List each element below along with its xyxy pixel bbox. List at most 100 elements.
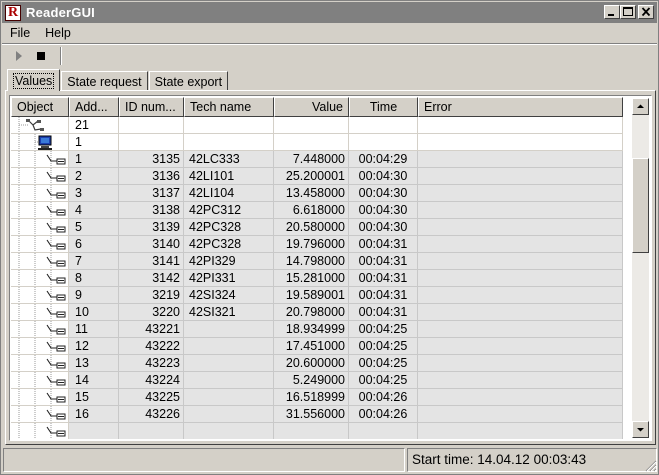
table-row[interactable]: 3 3137 42LI104 13.458000 00:04:30 (11, 185, 623, 202)
scroll-thumb[interactable] (632, 158, 649, 253)
table-row[interactable]: 11 43221 18.934999 00:04:25 (11, 321, 623, 338)
cell-error (418, 389, 623, 406)
tree-node[interactable] (11, 338, 69, 355)
tab-values[interactable]: Values (7, 69, 61, 91)
table-row[interactable]: 1 3135 42LC333 7.448000 00:04:29 (11, 151, 623, 168)
column-header-error[interactable]: Error (418, 97, 623, 117)
cell-id-number: 43221 (119, 321, 184, 338)
menu-help[interactable]: Help (37, 26, 78, 40)
sensor-icon (18, 202, 66, 218)
tab-state-request[interactable]: State request (61, 71, 148, 91)
tree-node[interactable] (11, 151, 69, 168)
resize-grip-icon[interactable] (643, 458, 657, 472)
column-header-value[interactable]: Value (274, 97, 349, 117)
cell-address: 6 (69, 236, 119, 253)
tree-node[interactable] (11, 355, 69, 372)
status-bar: Start time: 14.04.12 00:03:43 (3, 448, 657, 472)
cell-id-number: 43223 (119, 355, 184, 372)
table-row[interactable]: 12 43222 17.451000 00:04:25 (11, 338, 623, 355)
cell-error (418, 151, 623, 168)
tree-node[interactable] (11, 304, 69, 321)
cell-address: 2 (69, 168, 119, 185)
tree-node[interactable] (11, 287, 69, 304)
tree-node[interactable] (11, 202, 69, 219)
table-row[interactable]: 16 43226 31.556000 00:04:26 (11, 406, 623, 423)
cell-tech-name (184, 134, 274, 151)
cell-tech-name: 42LI104 (184, 185, 274, 202)
table-row[interactable]: 9 3219 42SI324 19.589001 00:04:31 (11, 287, 623, 304)
stop-button[interactable] (32, 47, 50, 65)
status-start-time: Start time: 14.04.12 00:03:43 (407, 448, 657, 472)
tree-node[interactable] (11, 253, 69, 270)
values-grid[interactable]: Object Add... ID num... Tech name Value … (9, 95, 652, 441)
menu-file[interactable]: File (2, 26, 37, 40)
cell-value: 17.451000 (274, 338, 349, 355)
play-button[interactable] (10, 47, 28, 65)
tree-node[interactable] (11, 168, 69, 185)
table-row[interactable]: 13 43223 20.600000 00:04:25 (11, 355, 623, 372)
scroll-down-button[interactable] (632, 421, 649, 438)
sensor-icon (18, 270, 66, 286)
cell-value: 19.589001 (274, 287, 349, 304)
close-button[interactable] (638, 5, 654, 19)
cell-id-number: 43225 (119, 389, 184, 406)
cell-time: 00:04:31 (349, 304, 418, 321)
cell-tech-name (184, 338, 274, 355)
cell-value: 25.200001 (274, 168, 349, 185)
cell-id-number (119, 134, 184, 151)
title-bar[interactable]: R ReaderGUI (2, 2, 657, 23)
cell-address: 15 (69, 389, 119, 406)
column-header-id-number[interactable]: ID num... (119, 97, 184, 117)
table-row[interactable]: 1 (11, 134, 623, 151)
app-icon[interactable]: R (5, 4, 21, 21)
tree-node[interactable] (11, 134, 69, 151)
cell-id-number: 3220 (119, 304, 184, 321)
table-row[interactable]: 5 3139 42PC328 20.580000 00:04:30 (11, 219, 623, 236)
tab-state-export[interactable]: State export (148, 71, 229, 91)
cell-tech-name (184, 372, 274, 389)
cell-address: 12 (69, 338, 119, 355)
column-header-object[interactable]: Object (11, 97, 69, 117)
table-row[interactable]: 14 43224 5.249000 00:04:25 (11, 372, 623, 389)
tree-node[interactable] (11, 219, 69, 236)
table-row[interactable]: 8 3142 42PI331 15.281000 00:04:31 (11, 270, 623, 287)
tree-node[interactable] (11, 236, 69, 253)
column-header-tech-name[interactable]: Tech name (184, 97, 274, 117)
tree-node[interactable] (11, 321, 69, 338)
table-row[interactable]: 15 43225 16.518999 00:04:26 (11, 389, 623, 406)
tree-node[interactable] (11, 406, 69, 423)
tree-node[interactable] (11, 389, 69, 406)
table-row[interactable]: 7 3141 42PI329 14.798000 00:04:31 (11, 253, 623, 270)
cell-address: 4 (69, 202, 119, 219)
cell-value: 7.448000 (274, 151, 349, 168)
column-header-time[interactable]: Time (349, 97, 418, 117)
table-row[interactable]: 10 3220 42SI321 20.798000 00:04:31 (11, 304, 623, 321)
column-header-address[interactable]: Add... (69, 97, 119, 117)
tree-node[interactable] (11, 423, 69, 439)
cell-time: 00:04:29 (349, 151, 418, 168)
maximize-icon (623, 7, 633, 16)
tree-node[interactable] (11, 270, 69, 287)
cell-error (418, 168, 623, 185)
tree-node[interactable] (11, 117, 69, 134)
minimize-button[interactable] (604, 5, 620, 19)
vertical-scrollbar[interactable] (632, 98, 649, 438)
table-row[interactable]: 21 (11, 117, 623, 134)
close-icon (641, 7, 651, 17)
scroll-up-button[interactable] (632, 98, 649, 115)
sensor-icon (18, 389, 66, 405)
table-row[interactable]: 6 3140 42PC328 19.796000 00:04:31 (11, 236, 623, 253)
cell-tech-name: 42SI321 (184, 304, 274, 321)
table-row[interactable] (11, 423, 623, 439)
cell-time (349, 423, 418, 439)
tree-node[interactable] (11, 185, 69, 202)
tree-node[interactable] (11, 372, 69, 389)
cell-value: 15.281000 (274, 270, 349, 287)
cell-value: 20.798000 (274, 304, 349, 321)
cell-id-number: 43226 (119, 406, 184, 423)
status-message (3, 448, 405, 472)
cell-error (418, 202, 623, 219)
table-row[interactable]: 4 3138 42PC312 6.618000 00:04:30 (11, 202, 623, 219)
table-row[interactable]: 2 3136 42LI101 25.200001 00:04:30 (11, 168, 623, 185)
maximize-button[interactable] (620, 5, 636, 19)
